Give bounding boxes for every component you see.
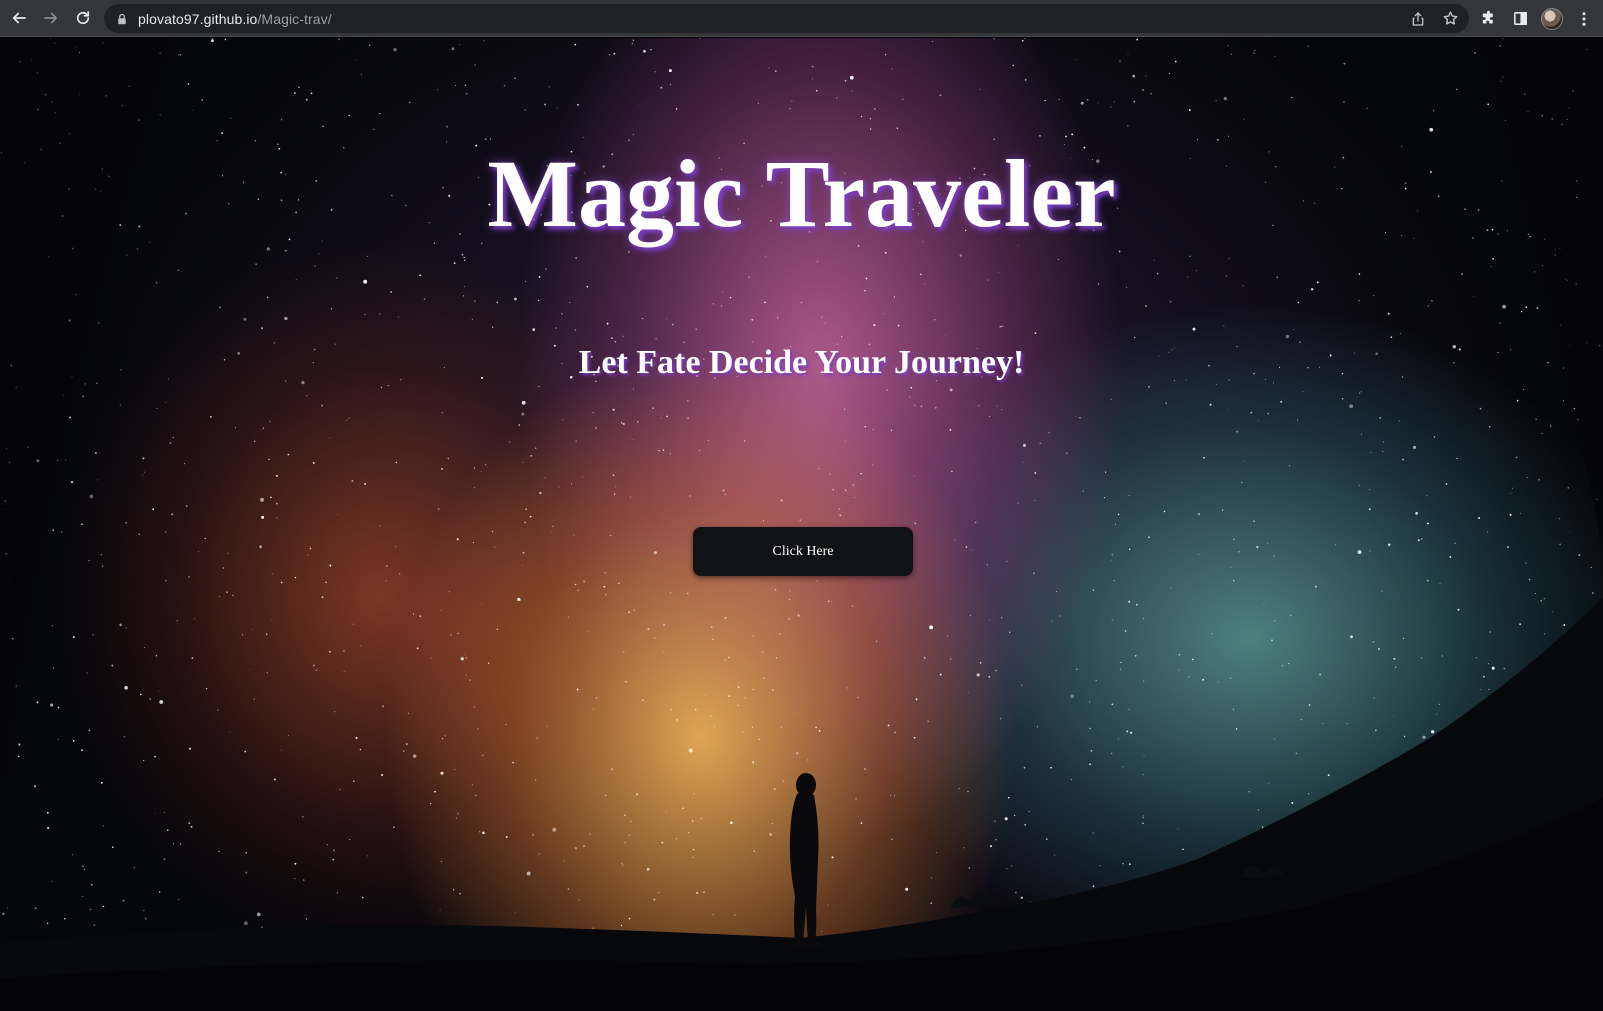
puzzle-icon[interactable] xyxy=(1477,8,1499,30)
kebab-menu-icon[interactable] xyxy=(1573,8,1595,30)
page-title: Magic Traveler xyxy=(487,140,1116,247)
lock-icon[interactable] xyxy=(116,12,130,26)
arrow-right-icon xyxy=(44,12,58,24)
page-viewport: Magic Traveler Let Fate Decide Your Jour… xyxy=(0,38,1603,1011)
side-panel-icon[interactable] xyxy=(1509,8,1531,30)
profile-avatar-image xyxy=(1541,7,1563,30)
star-icon[interactable] xyxy=(1441,10,1459,28)
page-subtitle: Let Fate Decide Your Journey! xyxy=(578,344,1025,381)
share-icon[interactable] xyxy=(1409,10,1427,28)
url-text[interactable]: plovato97.github.io/Magic-trav/ xyxy=(138,11,332,27)
arrow-left-icon xyxy=(12,12,26,24)
reload-icon xyxy=(76,11,90,25)
address-bar[interactable]: plovato97.github.io/Magic-trav/ xyxy=(104,4,1469,33)
url-host: plovato97.github.io xyxy=(138,10,258,27)
click-here-button[interactable]: Click Here xyxy=(693,527,913,576)
reload-button[interactable] xyxy=(67,2,99,34)
person-silhouette xyxy=(787,773,823,949)
url-path: /Magic-trav/ xyxy=(257,10,332,27)
forward-button[interactable] xyxy=(35,2,67,34)
avatar[interactable] xyxy=(1541,7,1563,30)
browser-toolbar: plovato97.github.io/Magic-trav/ xyxy=(0,0,1603,37)
back-button[interactable] xyxy=(3,2,35,34)
